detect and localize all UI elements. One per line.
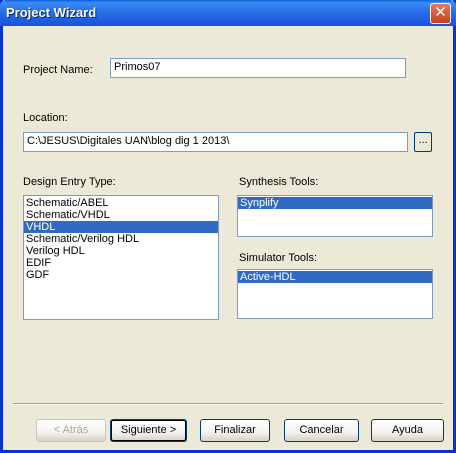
list-item[interactable]: Schematic/ABEL (24, 197, 218, 209)
location-input[interactable]: C:\JESUS\Digitales UAN\blog dig 1 2013\ (23, 132, 408, 152)
list-item[interactable]: Schematic/Verilog HDL (24, 233, 218, 245)
design-entry-list[interactable]: Schematic/ABEL Schematic/VHDL VHDL Schem… (23, 195, 219, 320)
project-wizard-window: Project Wizard ✕ Project Name: Primos07 … (0, 0, 456, 453)
list-item[interactable]: EDIF (24, 257, 218, 269)
list-item[interactable]: GDF (24, 269, 218, 281)
finish-button[interactable]: Finalizar (200, 419, 270, 442)
next-button[interactable]: Siguiente > (110, 419, 187, 442)
synthesis-tools-list[interactable]: Synplify (237, 195, 433, 237)
back-button[interactable]: < Atrás (36, 419, 106, 442)
cancel-button[interactable]: Cancelar (284, 419, 359, 442)
list-item[interactable]: Schematic/VHDL (24, 209, 218, 221)
simulator-tools-list[interactable]: Active-HDL (237, 269, 433, 319)
browse-button[interactable]: ... (414, 132, 432, 152)
project-name-input[interactable]: Primos07 (110, 58, 406, 78)
synthesis-tools-label: Synthesis Tools: (239, 176, 319, 188)
close-button[interactable]: ✕ (430, 3, 451, 24)
help-button[interactable]: Ayuda (371, 419, 444, 442)
list-item[interactable]: Verilog HDL (24, 245, 218, 257)
title-bar[interactable]: Project Wizard ✕ (0, 0, 456, 26)
design-entry-label: Design Entry Type: (23, 176, 116, 188)
simulator-tools-label: Simulator Tools: (239, 252, 318, 264)
list-item-selected[interactable]: Active-HDL (238, 271, 432, 283)
divider (13, 403, 443, 405)
list-item-selected[interactable]: VHDL (24, 221, 218, 233)
close-icon: ✕ (434, 4, 447, 21)
project-name-label: Project Name: (23, 64, 93, 76)
list-item-selected[interactable]: Synplify (238, 197, 432, 209)
window-title: Project Wizard (6, 5, 97, 20)
location-label: Location: (23, 112, 68, 124)
